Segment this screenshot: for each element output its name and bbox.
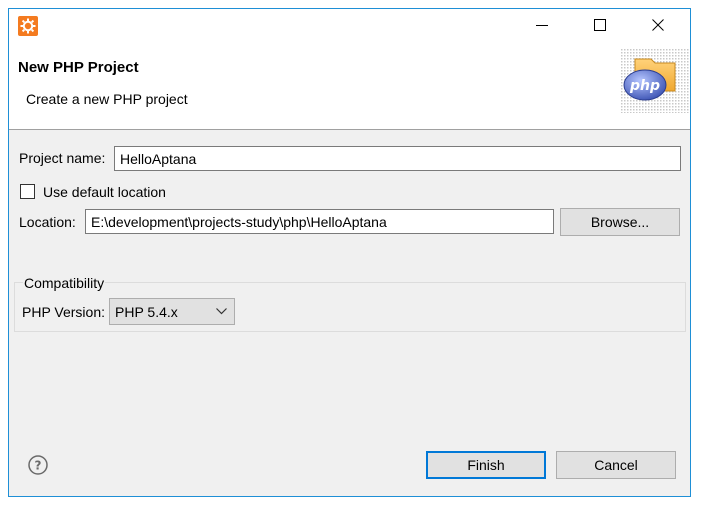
compatibility-group-label: Compatibility [23,275,106,291]
finish-button[interactable]: Finish [426,451,546,479]
chevron-down-icon [216,308,227,315]
php-version-select[interactable]: PHP 5.4.x [109,298,235,325]
page-title: New PHP Project [18,59,139,76]
app-icon [18,16,38,36]
maximize-button[interactable] [577,9,623,41]
svg-text:?: ? [35,459,42,473]
page-description: Create a new PHP project [26,91,188,107]
browse-button[interactable]: Browse... [560,208,680,236]
use-default-location-checkbox[interactable] [20,184,35,199]
close-icon [652,19,664,31]
title-bar[interactable] [9,9,690,45]
location-label: Location: [19,214,76,230]
close-button[interactable] [635,9,681,41]
minimize-icon [536,25,548,26]
cancel-button[interactable]: Cancel [556,451,676,479]
location-input[interactable] [85,209,554,234]
wizard-header: New PHP Project Create a new PHP project [9,45,690,130]
php-logo-text: php [629,78,660,94]
minimize-button[interactable] [519,9,565,41]
php-logo-icon: php [621,49,690,113]
use-default-location-label[interactable]: Use default location [43,184,166,200]
project-name-label: Project name: [19,150,106,166]
new-php-project-dialog: New PHP Project Create a new PHP project [8,8,691,497]
maximize-icon [594,19,606,31]
php-version-value: PHP 5.4.x [115,303,178,320]
project-name-input[interactable] [114,146,681,171]
php-version-label: PHP Version: [22,304,106,320]
help-icon[interactable]: ? [28,455,48,475]
